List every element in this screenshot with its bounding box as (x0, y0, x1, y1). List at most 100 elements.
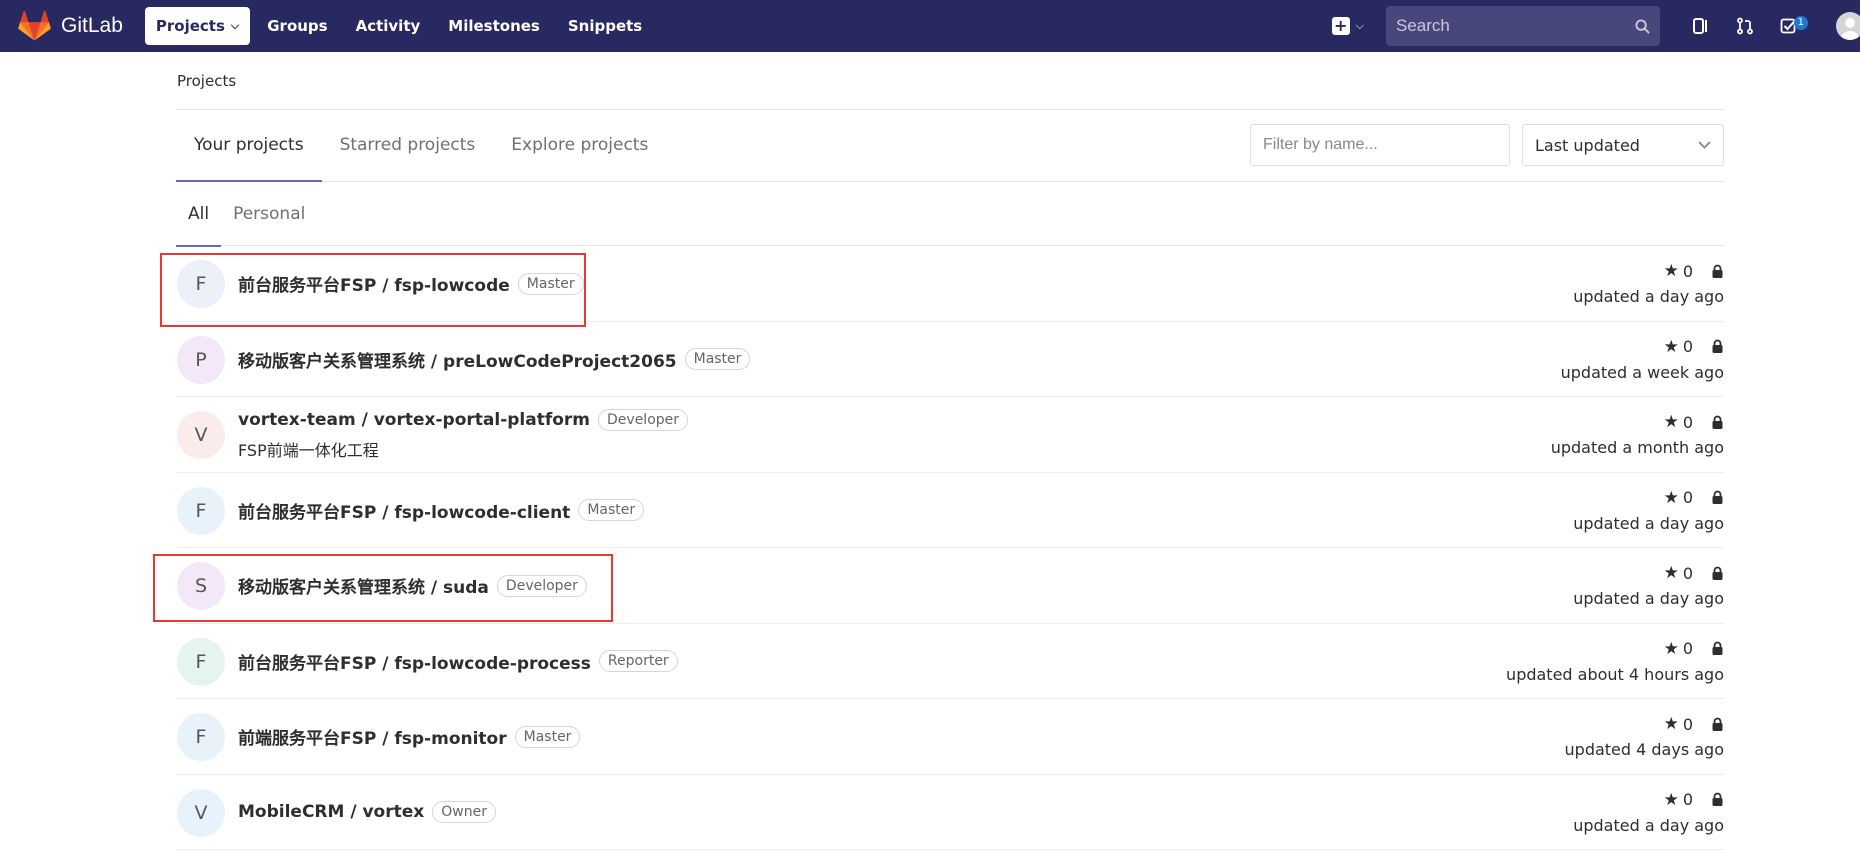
sort-label: Last updated (1535, 135, 1640, 155)
star-count: 0 (1682, 412, 1693, 432)
new-dropdown-button[interactable]: + ⌵ (1331, 17, 1364, 35)
todos-count-badge: 1 (1793, 16, 1808, 30)
project-avatar[interactable]: S (177, 562, 225, 610)
project-subtabs: All Personal (176, 182, 1724, 247)
chevron-down-icon: ⌵ (1355, 19, 1364, 32)
project-tabs: Your projects Starred projects Explore p… (176, 110, 1724, 182)
project-name-link[interactable]: 前台服务平台FSP / fsp-lowcode (238, 271, 510, 296)
project-avatar[interactable]: F (177, 713, 225, 761)
project-avatar[interactable]: V (177, 411, 225, 459)
issues-icon (1693, 18, 1707, 34)
star-count: 0 (1682, 563, 1693, 583)
subtab-personal[interactable]: Personal (221, 182, 317, 246)
project-row[interactable]: F 前端服务平台FSP / fsp-monitor Master ★ 0 upd… (176, 699, 1724, 775)
updated-time: updated about 4 hours ago (1506, 664, 1724, 684)
project-avatar[interactable]: F (177, 486, 225, 535)
project-avatar[interactable]: P (177, 335, 225, 384)
brand-name: GitLab (61, 14, 123, 37)
nav-milestones[interactable]: Milestones (437, 7, 551, 45)
nav-projects[interactable]: Projects ⌵ (144, 7, 251, 45)
project-row[interactable]: F 前台服务平台FSP / fsp-lowcode Master ★ 0 upd… (176, 246, 1724, 322)
project-name-link[interactable]: 移动版客户关系管理系统 / preLowCodeProject2065 (238, 347, 677, 372)
project-initial: F (195, 273, 207, 295)
user-silhouette-icon (1840, 18, 1860, 40)
star-count: 0 (1682, 790, 1693, 809)
star-icon: ★ (1663, 487, 1679, 508)
plus-square-icon: + (1331, 17, 1350, 35)
lock-icon (1712, 490, 1723, 504)
project-list: F 前台服务平台FSP / fsp-lowcode Master ★ 0 upd… (176, 246, 1724, 850)
project-row[interactable]: S 移动版客户关系管理系统 / suda Developer ★ 0 updat… (176, 548, 1724, 624)
nav-snippets[interactable]: Snippets (557, 7, 653, 45)
project-name-link[interactable]: 前台服务平台FSP / fsp-lowcode-process (238, 649, 591, 674)
access-role-badge: Master (517, 272, 584, 295)
tab-starred-projects[interactable]: Starred projects (322, 109, 494, 181)
project-name-link[interactable]: 前端服务平台FSP / fsp-monitor (238, 724, 507, 749)
updated-time: updated a day ago (1573, 589, 1724, 608)
updated-time: updated a week ago (1560, 362, 1724, 382)
nav-groups[interactable]: Groups (256, 7, 338, 45)
project-avatar[interactable]: F (177, 260, 225, 308)
issues-button[interactable] (1680, 6, 1722, 46)
main-content: Projects Your projects Starred projects … (176, 52, 1724, 850)
nav-activity[interactable]: Activity (345, 7, 432, 45)
star-count: 0 (1682, 488, 1693, 507)
project-initial: F (195, 726, 207, 748)
search-box[interactable] (1386, 6, 1660, 46)
breadcrumb: Projects (176, 52, 1724, 110)
project-name-link[interactable]: vortex-team / vortex-portal-platform (238, 410, 590, 430)
access-role-badge: Master (578, 499, 645, 521)
access-role-badge: Developer (598, 408, 689, 431)
chevron-down-icon (1698, 141, 1711, 149)
project-row[interactable]: F 前台服务平台FSP / fsp-lowcode-process Report… (176, 624, 1724, 699)
lock-icon (1712, 717, 1723, 731)
updated-time: updated a month ago (1550, 438, 1724, 457)
star-icon: ★ (1663, 638, 1679, 659)
star-count: 0 (1682, 261, 1693, 281)
filter-by-name-input[interactable] (1250, 124, 1510, 166)
lock-icon (1712, 339, 1723, 353)
tab-your-projects[interactable]: Your projects (176, 109, 322, 182)
project-avatar[interactable]: F (177, 637, 225, 686)
access-role-badge: Master (514, 725, 581, 748)
updated-time: updated 4 days ago (1564, 740, 1724, 759)
project-initial: P (195, 348, 207, 371)
updated-time: updated a day ago (1573, 513, 1724, 533)
search-input[interactable] (1396, 16, 1596, 36)
project-row[interactable]: F 前台服务平台FSP / fsp-lowcode-client Master … (176, 473, 1724, 548)
search-icon (1635, 18, 1650, 34)
star-icon: ★ (1663, 412, 1679, 432)
project-row[interactable]: V MobileCRM / vortex Owner ★ 0 updated a… (176, 775, 1724, 850)
access-role-badge: Owner (432, 801, 496, 823)
project-description: FSP前端一体化工程 (238, 440, 379, 460)
project-initial: V (194, 424, 208, 446)
project-row[interactable]: P 移动版客户关系管理系统 / preLowCodeProject2065 Ma… (176, 322, 1724, 397)
todos-button[interactable]: 1 (1768, 6, 1810, 46)
breadcrumb-projects[interactable]: Projects (177, 72, 236, 90)
star-icon: ★ (1663, 563, 1679, 583)
subtab-all[interactable]: All (176, 182, 222, 247)
star-icon: ★ (1663, 336, 1679, 357)
user-avatar (1836, 12, 1860, 40)
user-menu-button[interactable] (1812, 0, 1860, 52)
project-row[interactable]: V vortex-team / vortex-portal-platform D… (176, 397, 1724, 473)
gitlab-home-link[interactable]: GitLab (18, 0, 123, 52)
star-count: 0 (1682, 714, 1693, 734)
updated-time: updated a day ago (1573, 815, 1724, 835)
access-role-badge: Developer (496, 574, 587, 597)
lock-icon (1712, 792, 1723, 806)
project-initial: S (194, 575, 208, 597)
project-initial: F (195, 499, 207, 522)
project-name-link[interactable]: MobileCRM / vortex (238, 802, 424, 822)
updated-time: updated a day ago (1573, 287, 1724, 306)
project-name-link[interactable]: 前台服务平台FSP / fsp-lowcode-client (238, 498, 570, 523)
project-avatar[interactable]: V (177, 788, 225, 837)
access-role-badge: Master (684, 348, 751, 370)
merge-request-icon (1737, 17, 1753, 35)
project-name-link[interactable]: 移动版客户关系管理系统 / suda (238, 573, 489, 598)
merge-requests-button[interactable] (1724, 6, 1766, 46)
chevron-down-icon: ⌵ (230, 19, 240, 32)
project-initial: F (195, 650, 207, 673)
tab-explore-projects[interactable]: Explore projects (493, 109, 666, 181)
sort-dropdown[interactable]: Last updated (1522, 124, 1724, 166)
